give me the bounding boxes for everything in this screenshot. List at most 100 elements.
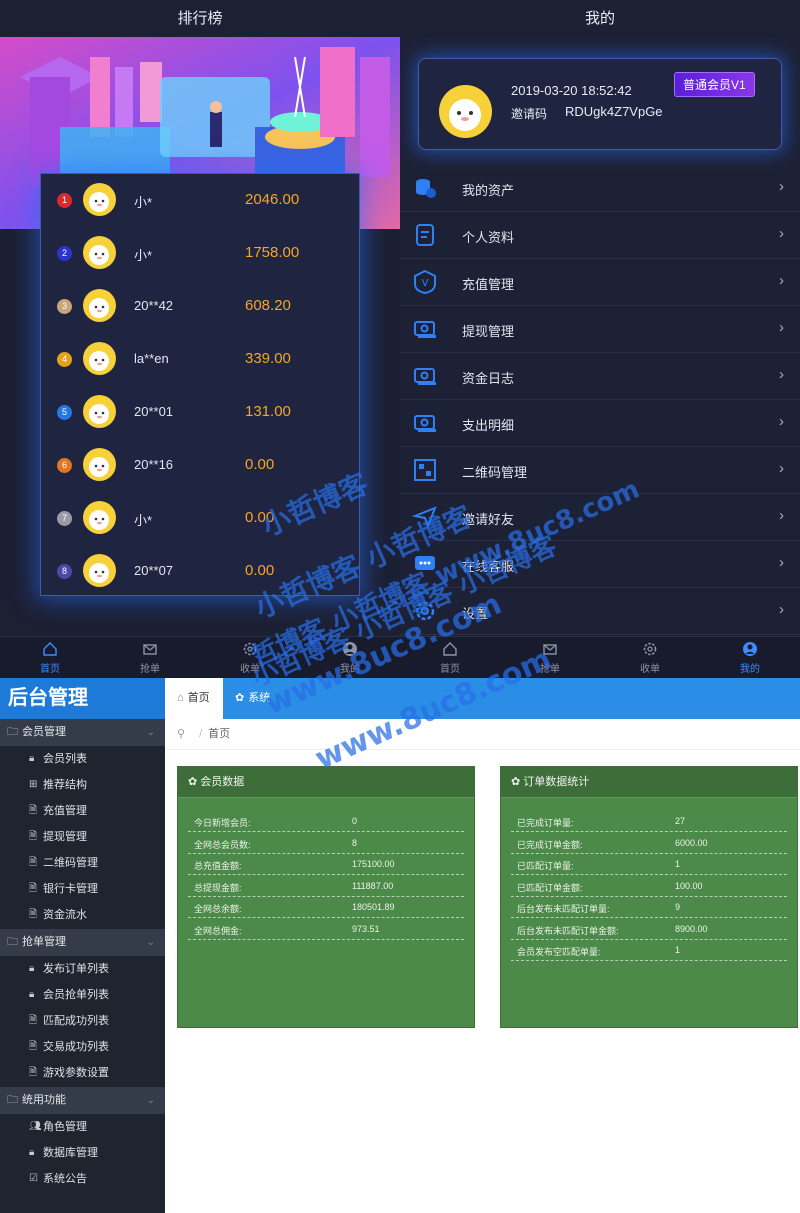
stat-label: 今日新增会员: <box>194 818 251 828</box>
avatar <box>83 395 116 428</box>
menu-item-5[interactable]: 资金日志 › <box>400 353 800 400</box>
send-icon <box>411 504 438 530</box>
tab-system[interactable]: ✿ 系统 <box>223 678 270 719</box>
sidebar-item-label: 提现管理 <box>43 831 87 843</box>
avatar <box>83 289 116 322</box>
sidebar-group-label: 抢单管理 <box>22 936 66 948</box>
menu-item-7[interactable]: 二维码管理 › <box>400 447 800 494</box>
invite-code-value: RDUgk4Z7VpGe <box>565 104 663 119</box>
users-icon: 👥︎ <box>29 1121 42 1132</box>
profile-datetime: 2019-03-20 18:52:42 <box>511 83 632 98</box>
rank-amount: 131.00 <box>245 403 291 420</box>
sidebar-item[interactable]: ⊞ 推荐结构 <box>0 772 165 798</box>
order-stats-header: ✿ 订单数据统计 <box>501 767 797 798</box>
file-icon: 🗎 <box>29 1067 38 1078</box>
check-icon: ☑ <box>29 1173 38 1184</box>
tabbar-item[interactable]: 收单 <box>200 641 300 677</box>
mail-icon <box>142 641 158 657</box>
tabbar-item[interactable]: 抢单 <box>500 641 600 677</box>
breadcrumb: ⚲ / 首页 <box>165 719 800 750</box>
home-icon <box>442 641 458 657</box>
tabbar-item[interactable]: 收单 <box>600 641 700 677</box>
stat-label: 已匹配订单金额: <box>517 882 583 893</box>
rank-name: 小* <box>134 248 153 263</box>
sidebar-item[interactable]: 🗎 充值管理 <box>0 798 165 824</box>
chevron-right-icon: › <box>779 601 784 618</box>
chevron-down-icon: ⌄ <box>146 727 155 738</box>
chat-icon <box>412 551 438 577</box>
breadcrumb-home[interactable]: 首页 <box>208 728 230 740</box>
file-icon: 🗎 <box>29 805 38 816</box>
admin-sidebar: 后台管理 🗀 会员管理 ⌄ 🔒︎ 会员列表 ⊞ 推荐结构 🗎 充值管理 🗎 提现管理 🗎 二维码管理 🗎 银… <box>0 678 165 1213</box>
menu-item-10[interactable]: 设置 › <box>400 588 800 635</box>
rank-badge: 3 <box>57 299 72 314</box>
rank-amount: 1758.00 <box>245 244 300 261</box>
tabbar-item[interactable]: 我的 <box>700 641 800 677</box>
ranking-screen: 排行榜 1 小* 2046.00 2 小* 1758.00 3 20**42 6… <box>0 0 400 636</box>
rank-amount: 339.00 <box>245 350 291 367</box>
menu-item-1[interactable]: 我的资产 › <box>400 165 800 212</box>
tabbar-item[interactable]: 首页 <box>0 641 100 677</box>
stat-value: 1 <box>675 945 681 955</box>
stat-label: 已完成订单金额: <box>517 839 583 850</box>
tab-home[interactable]: ⌂ 首页 <box>165 678 223 719</box>
menu-item-2[interactable]: 个人资料 › <box>400 212 800 259</box>
mail-icon <box>542 641 558 657</box>
sidebar-item[interactable]: ☑ 系统公告 <box>0 1166 165 1192</box>
sidebar-item[interactable]: 👥︎ 角色管理 <box>0 1114 165 1140</box>
cash-icon <box>412 410 438 436</box>
sidebar-group[interactable]: 🗀 统用功能 ⌄ <box>0 1087 165 1114</box>
gear-icon <box>412 598 438 624</box>
vip-badge: 普通会员V1 <box>674 72 755 97</box>
menu-item-8[interactable]: 邀请好友 › <box>400 494 800 541</box>
sidebar-item[interactable]: 🗎 提现管理 <box>0 824 165 850</box>
sidebar-item-label: 匹配成功列表 <box>43 1015 109 1027</box>
stat-label: 已匹配订单量: <box>517 861 574 871</box>
tabbar-item[interactable]: 我的 <box>300 641 400 677</box>
tab-system-label: 系统 <box>248 692 271 704</box>
sidebar-group-label: 会员管理 <box>22 726 66 738</box>
sidebar-item[interactable]: 🔒︎ 会员列表 <box>0 746 165 772</box>
avatar[interactable] <box>439 85 492 138</box>
menu-item-label: 我的资产 <box>462 183 515 198</box>
menu-item-9[interactable]: 在线客服 › <box>400 541 800 588</box>
sidebar-item[interactable]: 🔒︎ 会员抢单列表 <box>0 982 165 1008</box>
stat-value: 6000.00 <box>675 837 708 848</box>
sidebar-item[interactable]: 🗎 游戏参数设置 <box>0 1060 165 1086</box>
rank-name: 20**42 <box>134 298 174 313</box>
stat-row: 总提现金额: 111887.00 <box>188 876 464 897</box>
avatar <box>83 342 116 375</box>
rank-name: 小* <box>134 513 153 528</box>
rank-name: 小* <box>134 195 153 210</box>
tabbar-item[interactable]: 抢单 <box>100 641 200 677</box>
sidebar-item[interactable]: 🗎 匹配成功列表 <box>0 1008 165 1034</box>
sidebar-item-label: 系统公告 <box>43 1173 87 1185</box>
sidebar-item[interactable]: 🗎 银行卡管理 <box>0 876 165 902</box>
sidebar-item[interactable]: 🗎 交易成功列表 <box>0 1034 165 1060</box>
sidebar-group[interactable]: 🗀 会员管理 ⌄ <box>0 719 165 746</box>
member-stats-panel: ✿ 会员数据 今日新增会员: 0 全网总会员数: 8 总充值金额: 175100.00 总提… <box>177 766 475 1028</box>
chevron-right-icon: › <box>779 460 784 477</box>
sidebar-item-label: 二维码管理 <box>43 857 98 869</box>
tabbar-label: 我的 <box>340 664 360 675</box>
menu-item-label: 邀请好友 <box>462 512 515 527</box>
menu-item-6[interactable]: 支出明细 › <box>400 400 800 447</box>
tabbar-item[interactable]: 首页 <box>400 641 500 677</box>
sidebar-item-label: 数据库管理 <box>43 1147 98 1159</box>
stat-value: 8 <box>352 837 358 848</box>
menu-item-4[interactable]: 提现管理 › <box>400 306 800 353</box>
sidebar-item[interactable]: 🔒︎ 数据库管理 <box>0 1140 165 1166</box>
lock-icon: 🔒︎ <box>29 753 35 764</box>
stat-value: 111887.00 <box>352 880 394 891</box>
sidebar-item[interactable]: 🗎 二维码管理 <box>0 850 165 876</box>
stat-value: 0 <box>352 816 358 826</box>
sidebar-item[interactable]: 🗎 资金流水 <box>0 902 165 928</box>
sidebar-group[interactable]: 🗀 抢单管理 ⌄ <box>0 929 165 956</box>
tabbar-label: 首页 <box>40 664 60 675</box>
menu-item-3[interactable]: V 充值管理 › <box>400 259 800 306</box>
sidebar-item[interactable]: 🔒︎ 发布订单列表 <box>0 956 165 982</box>
stat-row: 会员发布空匹配单量: 1 <box>511 940 787 961</box>
rank-amount: 0.00 <box>245 456 275 473</box>
gear-icon: ✿ <box>511 776 524 788</box>
rank-amount: 0.00 <box>245 562 275 579</box>
